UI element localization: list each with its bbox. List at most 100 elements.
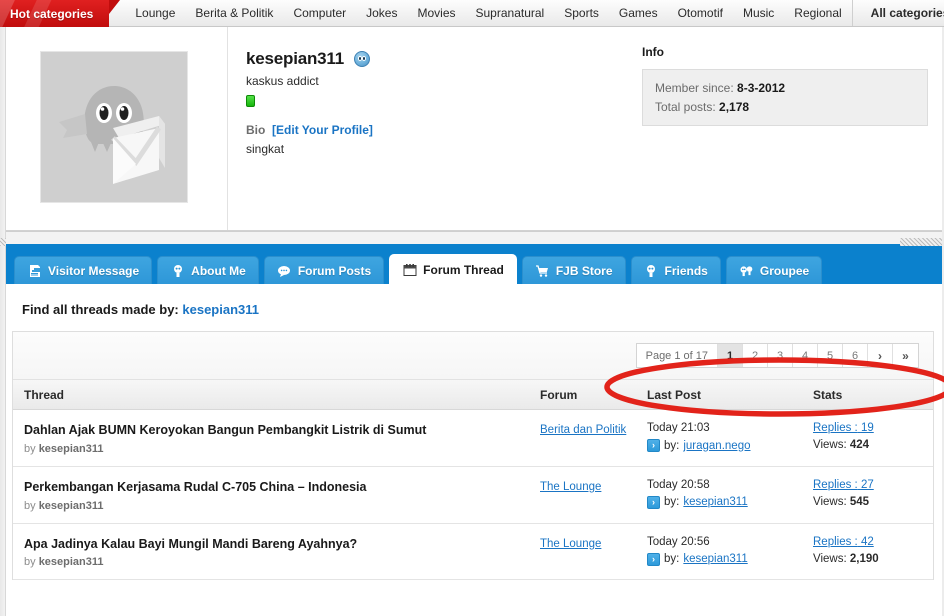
forum-link[interactable]: The Lounge: [540, 538, 601, 550]
forum-cell: The Lounge: [540, 536, 647, 550]
bio-label: Bio: [246, 123, 266, 137]
next-page-icon[interactable]: ›: [868, 344, 893, 367]
member-since-row: Member since: 8-3-2012: [655, 79, 915, 98]
by-prefix: by: [24, 556, 36, 569]
page-button-2[interactable]: 2: [743, 344, 768, 367]
goto-last-post-icon[interactable]: ›: [647, 552, 660, 566]
last-post-cell: Today 21:03 › by: juragan.nego: [647, 422, 813, 452]
views-row: Views: 424: [813, 439, 933, 451]
forum-cell: The Lounge: [540, 479, 647, 493]
nav-item-sports[interactable]: Sports: [554, 0, 609, 26]
nav-item-computer[interactable]: Computer: [283, 0, 356, 26]
column-header-thread[interactable]: Thread: [13, 388, 540, 402]
replies-row: Replies : 19: [813, 422, 933, 434]
nav-item-supranatural[interactable]: Supranatural: [466, 0, 555, 26]
all-categories-dropdown[interactable]: All categories: [853, 0, 944, 26]
replies-link[interactable]: Replies : 19: [813, 422, 874, 434]
find-all-threads-heading: Find all threads made by: kesepian311: [12, 284, 934, 331]
thread-table: Page 1 of 17 1 2 3 4 5 6 › » Thread Foru…: [12, 331, 934, 581]
tab-forum-posts[interactable]: Forum Posts: [263, 256, 385, 284]
tab-label: About Me: [191, 263, 246, 278]
table-row: Dahlan Ajak BUMN Keroyokan Bangun Pemban…: [13, 410, 933, 467]
thread-title-link[interactable]: Perkembangan Kerjasama Rudal C-705 China…: [24, 479, 540, 497]
column-header-last-post[interactable]: Last Post: [647, 388, 813, 402]
username-row: kesepian311: [246, 49, 632, 69]
tab-groupee[interactable]: Groupee: [725, 256, 823, 284]
pagination-row: Page 1 of 17 1 2 3 4 5 6 › »: [13, 332, 933, 380]
person-badge-icon: [644, 263, 659, 278]
by-prefix: by: [24, 442, 36, 455]
tab-forum-thread[interactable]: Forum Thread: [389, 254, 517, 284]
total-posts-label: Total posts:: [655, 99, 716, 114]
nav-item-berita-politik[interactable]: Berita & Politik: [185, 0, 283, 26]
last-post-author-row: › by: juragan.nego: [647, 439, 813, 452]
goto-last-post-icon[interactable]: ›: [647, 495, 660, 509]
page-button-1[interactable]: 1: [718, 344, 743, 367]
page-left-edge: [0, 27, 6, 616]
thread-title-link[interactable]: Apa Jadinya Kalau Bayi Mungil Mandi Bare…: [24, 536, 540, 554]
thread-author: by kesepian311: [24, 500, 540, 512]
tab-friends[interactable]: Friends: [630, 256, 721, 284]
edit-profile-link[interactable]: [Edit Your Profile]: [272, 123, 373, 137]
page-button-4[interactable]: 4: [793, 344, 818, 367]
column-header-forum[interactable]: Forum: [540, 388, 647, 402]
goto-last-post-icon[interactable]: ›: [647, 439, 660, 452]
by-prefix: by: [24, 499, 36, 512]
views-value: 545: [849, 495, 870, 508]
forum-link[interactable]: The Lounge: [540, 481, 601, 493]
replies-row: Replies : 27: [813, 479, 933, 491]
replies-link[interactable]: Replies : 27: [813, 479, 874, 491]
content-area: Find all threads made by: kesepian311 Pa…: [0, 284, 944, 581]
thread-title-link[interactable]: Dahlan Ajak BUMN Keroyokan Bangun Pemban…: [24, 422, 540, 440]
column-header-stats[interactable]: Stats: [813, 388, 933, 402]
avatar[interactable]: [39, 51, 188, 203]
info-title: Info: [642, 45, 664, 59]
last-post-by-prefix: by:: [664, 553, 680, 565]
last-post-username-link[interactable]: kesepian311: [683, 496, 747, 508]
status-badge: [246, 95, 255, 107]
stats-cell: Replies : 27 Views: 545: [813, 479, 933, 508]
page-title: kesepian311: [246, 49, 344, 68]
table-header-row: Thread Forum Last Post Stats: [13, 380, 933, 410]
page-indicator-label: Page 1 of 17: [636, 344, 718, 367]
page-button-3[interactable]: 3: [768, 344, 793, 367]
tab-label: Forum Posts: [297, 263, 372, 278]
page-button-6[interactable]: 6: [843, 344, 868, 367]
replies-link[interactable]: Replies : 42: [813, 536, 874, 548]
find-all-prefix: Find all threads made by:: [22, 302, 179, 317]
table-row: Perkembangan Kerjasama Rudal C-705 China…: [13, 466, 933, 524]
last-post-username-link[interactable]: juragan.nego: [683, 440, 750, 452]
tab-label: FJB Store: [555, 263, 613, 278]
last-page-icon[interactable]: »: [893, 344, 918, 367]
smiley-face-icon[interactable]: [354, 51, 370, 67]
views-value: 2,190: [849, 552, 879, 565]
nav-item-otomotif[interactable]: Otomotif: [668, 0, 733, 26]
last-post-cell: Today 20:56 › by: kesepian311: [647, 536, 813, 566]
page-button-5[interactable]: 5: [818, 344, 843, 367]
find-all-username-link[interactable]: kesepian311: [182, 302, 259, 317]
hot-categories-button[interactable]: Hot categories: [0, 0, 121, 27]
nav-item-movies[interactable]: Movies: [407, 0, 465, 26]
tab-fjb-store[interactable]: FJB Store: [521, 256, 626, 284]
views-label: Views:: [813, 439, 847, 451]
total-posts-value: 2,178: [719, 99, 750, 114]
last-post-time: Today 20:56: [647, 535, 710, 548]
tab-about-me[interactable]: About Me: [157, 256, 259, 284]
forum-cell: Berita dan Politik: [540, 422, 647, 436]
stats-cell: Replies : 19 Views: 424: [813, 422, 933, 451]
thread-author: by kesepian311: [24, 556, 540, 568]
forum-link[interactable]: Berita dan Politik: [540, 424, 626, 436]
nav-item-games[interactable]: Games: [609, 0, 668, 26]
nav-item-lounge[interactable]: Lounge: [125, 0, 185, 26]
speech-bubble-icon: [277, 263, 292, 278]
nav-item-music[interactable]: Music: [733, 0, 784, 26]
last-post-cell: Today 20:58 › by: kesepian311: [647, 479, 813, 509]
pagination-control[interactable]: Page 1 of 17 1 2 3 4 5 6 › »: [635, 343, 919, 368]
tabbar-outer: Visitor Message About Me Forum Posts For…: [0, 231, 944, 284]
member-since-value: 8-3-2012: [737, 81, 786, 95]
table-row: Apa Jadinya Kalau Bayi Mungil Mandi Bare…: [13, 523, 933, 581]
tab-visitor-message[interactable]: Visitor Message: [14, 256, 153, 284]
nav-item-regional[interactable]: Regional: [784, 0, 851, 26]
nav-item-jokes[interactable]: Jokes: [356, 0, 407, 26]
last-post-username-link[interactable]: kesepian311: [683, 553, 747, 565]
